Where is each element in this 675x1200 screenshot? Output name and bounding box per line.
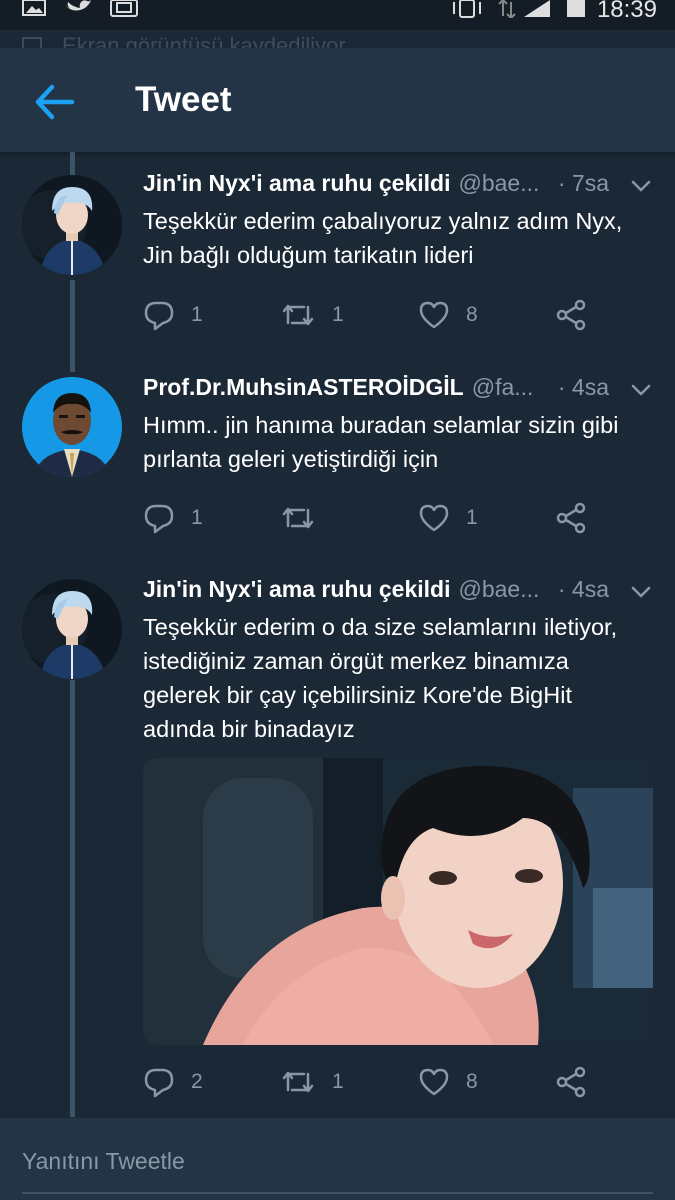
tweet-time: · 4sa (557, 576, 609, 602)
tweet-photo[interactable] (143, 758, 653, 1045)
reply-bar: Yanıtını Tweetle (0, 1117, 675, 1200)
like-count: 1 (466, 506, 478, 529)
data-icon (498, 0, 516, 18)
like-icon (419, 1068, 449, 1096)
tweet-time: · 7sa (557, 170, 609, 196)
tweet-actions: 1 1 8 (143, 295, 603, 335)
status-bar: 18:39 (0, 0, 675, 30)
back-arrow-icon (35, 84, 75, 120)
thread-line-bottom (70, 680, 75, 1117)
tweet-time: · 4sa (557, 374, 609, 400)
retweet-icon (282, 304, 314, 326)
share-icon (556, 502, 586, 534)
tweet-text-line: istediğiniz zaman örgüt merkez binamıza (143, 648, 569, 674)
retweet-icon (282, 1071, 314, 1093)
like-button[interactable]: 8 (418, 295, 478, 335)
tweet-text-line: gelerek bir çay içebilirsiniz Kore'de Bi… (143, 682, 572, 708)
tweet-text-line: Teşekkür ederim çabalıyoruz yalnız adım … (143, 208, 623, 234)
tweet-header: Jin'in Nyx'i ama ruhu çekildi @bae... · 4… (143, 576, 653, 612)
author-handle[interactable]: @bae... (458, 170, 539, 196)
reply-count: 1 (191, 506, 203, 529)
tweet-text-line: adında bir binadayız (143, 716, 355, 742)
chevron-down-icon[interactable] (629, 580, 653, 604)
app-icon (110, 0, 138, 17)
reply-button[interactable]: 1 (143, 498, 203, 538)
status-time: 18:39 (596, 0, 657, 23)
battery-icon (567, 0, 585, 17)
retweet-button[interactable]: 1 (280, 295, 344, 335)
author-name[interactable]: Prof.Dr.MuhsinASTEROİDGİL (143, 374, 464, 400)
twitter-icon (66, 0, 91, 11)
like-icon (419, 301, 449, 329)
thread-line-top (70, 152, 75, 176)
signal-icon (524, 0, 550, 17)
chevron-down-icon[interactable] (629, 378, 653, 402)
avatar[interactable] (22, 579, 122, 679)
reply-count: 1 (191, 303, 203, 326)
like-button[interactable]: 8 (418, 1062, 478, 1102)
author-name[interactable]: Jin'in Nyx'i ama ruhu çekildi (143, 576, 450, 602)
avatar[interactable] (22, 377, 122, 477)
reply-icon (144, 504, 174, 534)
chevron-down-icon[interactable] (629, 174, 653, 198)
tweet-header: Jin'in Nyx'i ama ruhu çekildi @bae... · 7… (143, 170, 653, 206)
reply-button[interactable]: 1 (143, 295, 203, 335)
tweet-text: Teşekkür ederim çabalıyoruz yalnız adım … (143, 204, 655, 272)
thread-line-mid (70, 280, 75, 372)
like-button[interactable]: 1 (418, 498, 478, 538)
like-count: 8 (466, 303, 478, 326)
tweet-text-line: pırlanta geleri yetiştirdiği için (143, 446, 439, 472)
page-title: Tweet (135, 80, 232, 119)
like-icon (419, 504, 449, 532)
retweet-button[interactable]: 1 (280, 1062, 344, 1102)
reply-input[interactable]: Yanıtını Tweetle (22, 1148, 185, 1175)
share-button[interactable] (555, 1062, 587, 1102)
retweet-button[interactable] (280, 498, 332, 538)
reply-icon (144, 301, 174, 331)
author-name[interactable]: Jin'in Nyx'i ama ruhu çekildi (143, 170, 450, 196)
reply-icon (144, 1068, 174, 1098)
reply-count: 2 (191, 1070, 203, 1093)
tweet-header: Prof.Dr.MuhsinASTEROİDGİL @fa... · 4sa (143, 374, 653, 410)
author-handle[interactable]: @fa... (472, 374, 534, 400)
retweet-count: 1 (332, 303, 344, 326)
share-icon (556, 299, 586, 331)
tweet-actions: 1 1 (143, 498, 603, 538)
tweet-text-line: Teşekkür ederim o da size selamlarını il… (143, 614, 618, 640)
retweet-count: 1 (332, 1070, 344, 1093)
reply-button[interactable]: 2 (143, 1062, 203, 1102)
retweet-icon (282, 507, 314, 529)
tweet-actions: 2 1 8 (143, 1062, 603, 1102)
tweet-text: Hımm.. jin hanıma buradan selamlar sizin… (143, 408, 655, 476)
share-button[interactable] (555, 295, 587, 335)
gallery-icon (22, 0, 46, 16)
like-count: 8 (466, 1070, 478, 1093)
reply-input-underline (22, 1192, 653, 1194)
top-app-bar: Tweet (0, 48, 675, 152)
avatar[interactable] (22, 175, 122, 275)
back-button[interactable] (30, 80, 80, 124)
tweet-text: Teşekkür ederim o da size selamlarını il… (143, 610, 655, 746)
vibrate-icon (453, 0, 481, 18)
author-handle[interactable]: @bae... (458, 576, 539, 602)
tweet-text-line: Hımm.. jin hanıma buradan selamlar sizin… (143, 412, 619, 438)
share-icon (556, 1066, 586, 1098)
share-button[interactable] (555, 498, 587, 538)
tweet-text-line: Jin bağlı olduğum tarikatın lideri (143, 242, 474, 268)
